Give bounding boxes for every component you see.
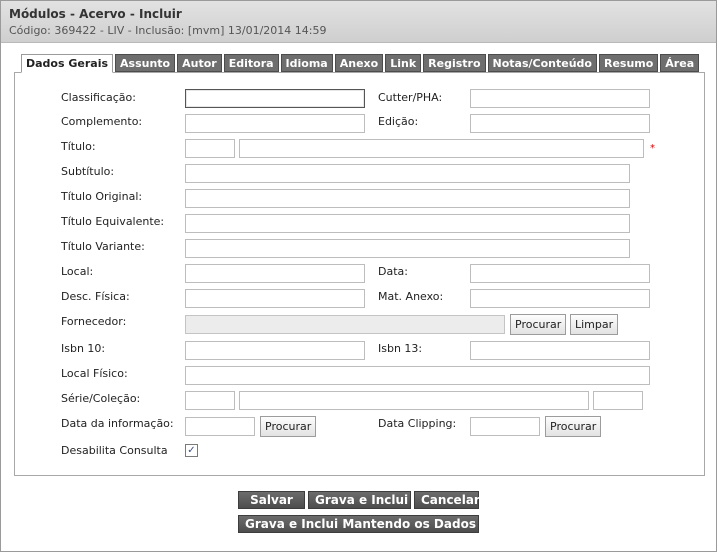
cancelar-button[interactable]: Cancelar — [414, 491, 480, 509]
desabilita-consulta-checkbox[interactable]: ✓ — [185, 444, 198, 457]
desc-fisica-label: Desc. Física: — [61, 290, 130, 303]
titulo-equivalente-input[interactable] — [185, 214, 630, 233]
acervo-incluir-window: Módulos - Acervo - Incluir Código: 36942… — [0, 0, 717, 552]
complemento-input[interactable] — [185, 114, 365, 133]
fornecedor-input — [185, 315, 505, 334]
local-fisico-label: Local Físico: — [61, 367, 128, 380]
tab-area[interactable]: Área — [660, 54, 700, 72]
complemento-label: Complemento: — [61, 115, 143, 128]
data-clipping-input[interactable] — [470, 417, 540, 436]
classificacao-input[interactable] — [185, 89, 365, 108]
titulo-variante-label: Título Variante: — [61, 240, 145, 253]
cutter-input[interactable] — [470, 89, 650, 108]
fornecedor-limpar-button[interactable]: Limpar — [570, 314, 619, 335]
titulo-label: Título: — [61, 140, 96, 153]
cutter-label: Cutter/PHA: — [378, 91, 443, 104]
record-info: Código: 369422 - LIV - Inclusão: [mvm] 1… — [9, 24, 327, 37]
tab-anexo[interactable]: Anexo — [334, 54, 384, 72]
page-title: Módulos - Acervo - Incluir — [9, 7, 182, 21]
subtitulo-label: Subtítulo: — [61, 165, 115, 178]
local-input[interactable] — [185, 264, 365, 283]
tab-link[interactable]: Link — [385, 54, 422, 72]
tab-editora[interactable]: Editora — [223, 54, 279, 72]
mat-anexo-label: Mat. Anexo: — [378, 290, 444, 303]
titulo-prefix-input[interactable] — [185, 139, 235, 158]
desc-fisica-input[interactable] — [185, 289, 365, 308]
titulo-original-label: Título Original: — [61, 190, 143, 203]
grava-inclui-mantendo-button[interactable]: Grava e Inclui Mantendo os Dados — [238, 515, 479, 533]
tab-autor[interactable]: Autor — [177, 54, 222, 72]
data-clipping-label: Data Clipping: — [378, 417, 457, 430]
serie-colecao-label: Série/Coleção: — [61, 392, 141, 405]
isbn13-input[interactable] — [470, 341, 650, 360]
tab-registro[interactable]: Registro — [423, 54, 486, 72]
data-input[interactable] — [470, 264, 650, 283]
mat-anexo-input[interactable] — [470, 289, 650, 308]
data-informacao-input[interactable] — [185, 417, 255, 436]
titulo-equivalente-label: Título Equivalente: — [61, 215, 165, 228]
isbn13-label: Isbn 13: — [378, 342, 423, 355]
dados-gerais-panel: Classificação: Cutter/PHA: Complemento: … — [14, 72, 705, 476]
tab-assunto[interactable]: Assunto — [115, 54, 176, 72]
titulo-input[interactable] — [239, 139, 644, 158]
local-fisico-input[interactable] — [185, 366, 650, 385]
required-marker: * — [650, 143, 655, 154]
data-informacao-label: Data da informação: — [61, 417, 174, 430]
serie-prefix-input[interactable] — [185, 391, 235, 410]
serie-numero-input[interactable] — [593, 391, 643, 410]
serie-colecao-input[interactable] — [239, 391, 589, 410]
titulo-original-input[interactable] — [185, 189, 630, 208]
edicao-label: Edição: — [378, 115, 419, 128]
titulo-variante-input[interactable] — [185, 239, 630, 258]
local-label: Local: — [61, 265, 94, 278]
tab-idioma[interactable]: Idioma — [280, 54, 333, 72]
fornecedor-label: Fornecedor: — [61, 315, 127, 328]
classificacao-label: Classificação: — [61, 91, 136, 104]
edicao-input[interactable] — [470, 114, 650, 133]
data-informacao-procurar-button[interactable]: Procurar — [260, 416, 317, 437]
data-clipping-procurar-button[interactable]: Procurar — [545, 416, 602, 437]
isbn10-label: Isbn 10: — [61, 342, 106, 355]
isbn10-input[interactable] — [185, 341, 365, 360]
tab-notas-conteudo[interactable]: Notas/Conteúdo — [487, 54, 597, 72]
fornecedor-procurar-button[interactable]: Procurar — [510, 314, 567, 335]
window-header: Módulos - Acervo - Incluir Código: 36942… — [1, 1, 716, 43]
tab-bar: Dados Gerais Assunto Autor Editora Idiom… — [21, 54, 701, 73]
salvar-button[interactable]: Salvar — [238, 491, 305, 509]
tab-resumo[interactable]: Resumo — [598, 54, 659, 72]
data-label: Data: — [378, 265, 408, 278]
desabilita-consulta-label: Desabilita Consulta — [61, 444, 168, 457]
subtitulo-input[interactable] — [185, 164, 630, 183]
grava-inclui-button[interactable]: Grava e Inclui — [308, 491, 411, 509]
tab-dados-gerais[interactable]: Dados Gerais — [21, 54, 114, 73]
